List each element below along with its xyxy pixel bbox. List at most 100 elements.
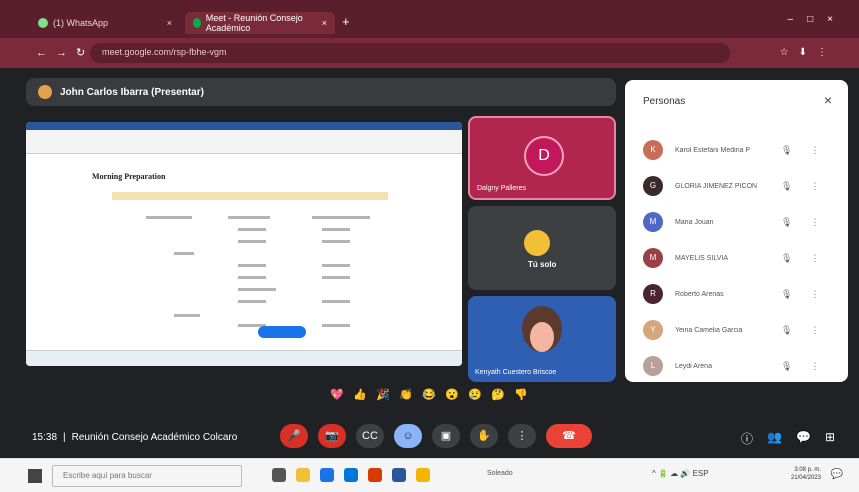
participant-row: Y Yeina Camelia Garcia 🎙 ⋮ (643, 318, 833, 342)
more-icon[interactable]: ⋮ (810, 145, 819, 156)
avatar: G (643, 176, 663, 196)
participant-name: Leydi Arena (675, 362, 712, 370)
participant-name: GLORIA JIMENEZ PICON (675, 182, 758, 190)
avatar: R (643, 284, 663, 304)
document-heading: Morning Preparation (92, 172, 166, 181)
info-icon[interactable]: ⓘ (741, 430, 753, 447)
shared-document: Morning Preparation (66, 158, 426, 348)
thumbs-up-reaction[interactable]: 👍 (353, 390, 367, 401)
more-icon[interactable]: ⋮ (810, 289, 819, 300)
avatar: Y (643, 320, 663, 340)
more-icon[interactable]: ⋮ (810, 325, 819, 336)
participant-name: Kenyath Cuestero Briscoe (475, 369, 557, 376)
taskbar-apps (272, 468, 430, 482)
more-icon[interactable]: ⋮ (810, 361, 819, 372)
mic-off-icon[interactable]: 🎙 (781, 181, 792, 192)
raise-hand-button[interactable]: ✋ (470, 424, 498, 448)
mic-off-icon[interactable]: 🎙 (781, 325, 792, 336)
meeting-separator: | (63, 432, 66, 443)
edge-icon[interactable] (344, 468, 358, 482)
system-tray[interactable]: ^ 🔋 ☁ 🔊 ESP (652, 469, 709, 478)
mic-off-icon[interactable]: 🎙 (781, 361, 792, 372)
people-icon[interactable]: 👥 (767, 430, 782, 447)
tab-meet[interactable]: Meet - Reunión Consejo Académico × (185, 12, 335, 34)
heart-reaction[interactable]: 💖 (330, 390, 344, 401)
word-titlebar (26, 122, 462, 130)
more-icon[interactable]: ⋮ (810, 253, 819, 264)
mic-button[interactable]: 🎤 (280, 424, 308, 448)
chat-icon[interactable]: 💬 (796, 430, 811, 447)
thumbs-down-reaction[interactable]: 👎 (514, 390, 528, 401)
taskbar-search-input[interactable]: Escribe aquí para buscar (52, 465, 242, 487)
mic-off-icon[interactable]: 🎙 (781, 289, 792, 300)
camera-button[interactable]: 📷 (318, 424, 346, 448)
activities-icon[interactable]: ⊞ (825, 430, 835, 447)
presenter-bar: John Carlos Ibarra (Presentar) (26, 78, 616, 106)
windows-taskbar: Escribe aquí para buscar Soleado ^ 🔋 ☁ 🔊… (0, 458, 859, 492)
word-icon[interactable] (392, 468, 406, 482)
mic-off-icon[interactable]: 🎙 (781, 253, 792, 264)
tab-label: (1) WhatsApp (53, 18, 109, 28)
presenter-name: John Carlos Ibarra (Presentar) (60, 86, 204, 98)
participant-tile-dalgny[interactable]: D Dalgny Palleres (468, 116, 616, 200)
participant-row: G GLORIA JIMENEZ PICON 🎙 ⋮ (643, 174, 833, 198)
tab-whatsapp[interactable]: (1) WhatsApp × (30, 12, 180, 34)
laugh-reaction[interactable]: 😂 (422, 390, 436, 401)
weather-widget[interactable]: Soleado (487, 470, 513, 477)
mic-off-icon[interactable]: 🎙 (781, 217, 792, 228)
close-tab-icon[interactable]: × (167, 18, 172, 28)
shared-screen[interactable]: Morning Preparation (26, 122, 462, 366)
windows-start-icon[interactable] (28, 469, 42, 483)
navigation-icons[interactable]: ←→↻ (36, 46, 94, 59)
participant-row: R Roberto Arenas 🎙 ⋮ (643, 282, 833, 306)
self-label: Tú solo (528, 260, 557, 269)
chrome-icon[interactable] (320, 468, 334, 482)
url-input[interactable]: meet.google.com/rsp-fbhe-vgm (90, 43, 730, 63)
sad-reaction[interactable]: 😢 (468, 390, 482, 401)
clap-reaction[interactable]: 👏 (399, 390, 413, 401)
folder-icon[interactable] (416, 468, 430, 482)
participant-row: K Karol Estefani Medina P 🎙 ⋮ (643, 138, 833, 162)
participant-tile-me[interactable]: Tú solo (468, 206, 616, 290)
emoji-button[interactable]: ☺ (394, 424, 422, 448)
window-controls[interactable]: –□× (788, 14, 847, 25)
participant-row: M MAYELIS SILVIA 🎙 ⋮ (643, 246, 833, 270)
avatar: K (643, 140, 663, 160)
participant-row: M Maria Jouan 🎙 ⋮ (643, 210, 833, 234)
avatar: M (643, 212, 663, 232)
close-tab-icon[interactable]: × (322, 18, 327, 28)
more-icon[interactable]: ⋮ (810, 217, 819, 228)
participant-tile-kenyath[interactable]: Kenyath Cuestero Briscoe (468, 296, 616, 382)
meeting-info: 15:38 | Reunión Consejo Académico Colcar… (32, 432, 237, 443)
captions-button[interactable]: CC (356, 424, 384, 448)
participant-name: Roberto Arenas (675, 290, 724, 298)
party-reaction[interactable]: 🎉 (376, 390, 390, 401)
whatsapp-icon (38, 18, 48, 28)
taskbar-clock[interactable]: 3:08 p. m. 21/04/2023 (791, 466, 821, 482)
leave-call-button[interactable]: ☎ (546, 424, 592, 448)
clock-time: 3:08 p. m. (794, 467, 821, 473)
toolbar-icons[interactable]: ☆⬇⋮ (780, 47, 837, 58)
surprised-reaction[interactable]: 😮 (445, 390, 459, 401)
avatar: M (643, 248, 663, 268)
close-icon[interactable]: × (824, 92, 832, 108)
present-button[interactable]: ▣ (432, 424, 460, 448)
meet-stage: John Carlos Ibarra (Presentar) Morning P… (0, 68, 859, 458)
browser-tabbar: (1) WhatsApp × Meet - Reunión Consejo Ac… (0, 0, 859, 38)
office-icon[interactable] (368, 468, 382, 482)
thinking-reaction[interactable]: 🤔 (491, 390, 505, 401)
people-panel-title: Personas (643, 96, 686, 107)
stop-presenting-chip[interactable] (258, 326, 306, 338)
word-ribbon (26, 130, 462, 154)
meeting-time: 15:38 (32, 432, 58, 443)
new-tab-button[interactable]: + (342, 14, 350, 29)
more-options-button[interactable]: ⋮ (508, 424, 536, 448)
participant-name: Dalgny Palleres (477, 185, 527, 192)
meeting-title: Reunión Consejo Académico Colcaro (71, 432, 238, 443)
explorer-icon[interactable] (296, 468, 310, 482)
mic-off-icon[interactable]: 🎙 (781, 145, 792, 156)
more-icon[interactable]: ⋮ (810, 181, 819, 192)
participant-name: Karol Estefani Medina P (675, 146, 751, 154)
task-view-icon[interactable] (272, 468, 286, 482)
notification-icon[interactable]: 💬 (831, 469, 843, 480)
